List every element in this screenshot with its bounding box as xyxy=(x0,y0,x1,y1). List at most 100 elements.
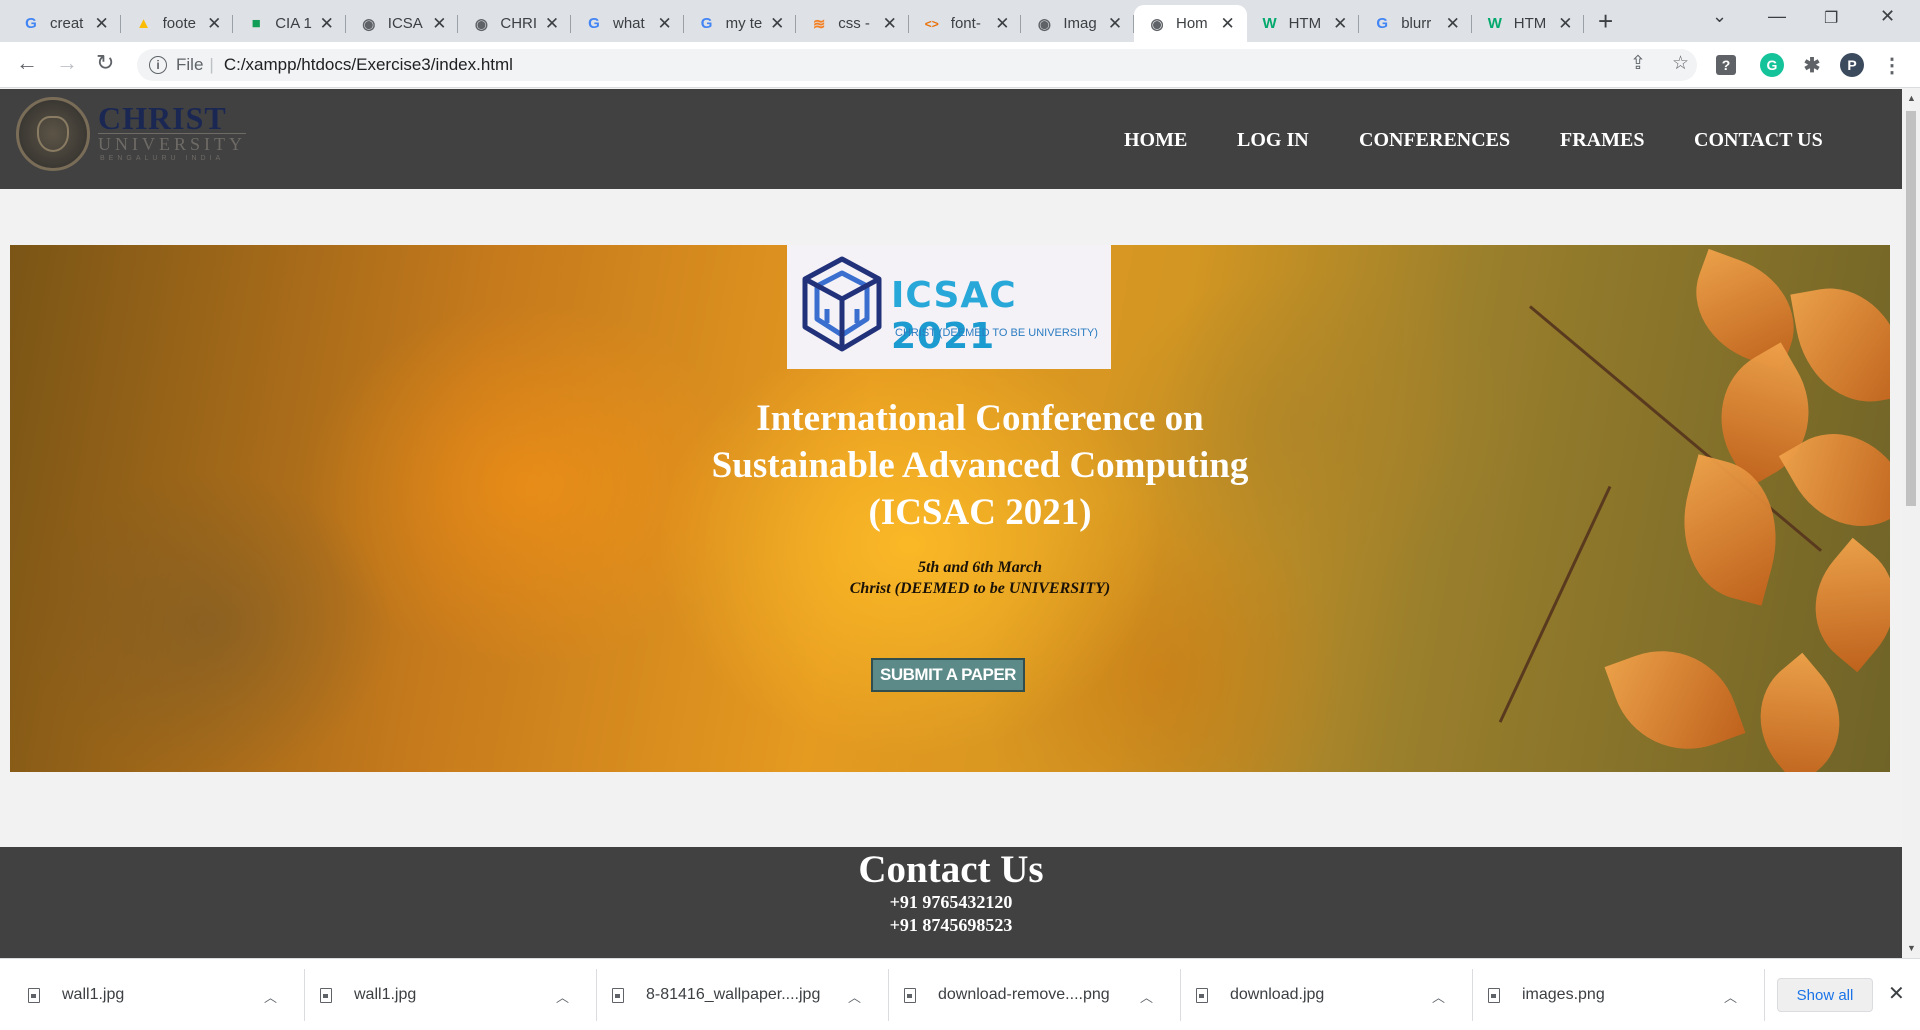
profile-avatar[interactable]: P xyxy=(1840,53,1864,77)
globe-icon: ◉ xyxy=(1150,15,1164,33)
tab-title: what xyxy=(613,15,645,32)
browser-tab[interactable]: ▲ foote ✕ xyxy=(121,5,234,42)
browser-tab[interactable]: ■ CIA 1 ✕ xyxy=(233,5,346,42)
download-options-chevron-icon[interactable]: ︿ xyxy=(1724,987,1737,1006)
browser-tab[interactable]: <> font- ✕ xyxy=(909,5,1022,42)
site-info-icon[interactable]: i xyxy=(149,56,167,74)
nav-frames[interactable]: FRAMES xyxy=(1560,129,1644,152)
address-bar[interactable]: i File | C:/xampp/htdocs/Exercise3/index… xyxy=(137,49,1697,81)
nav-home[interactable]: HOME xyxy=(1124,129,1187,152)
tab-title: css - xyxy=(838,15,870,32)
browser-tab[interactable]: Gmy te ✕ xyxy=(684,5,797,42)
contact-heading: Contact Us xyxy=(858,848,1044,891)
file-icon xyxy=(28,987,40,1003)
back-icon[interactable]: ← xyxy=(16,50,38,76)
leaf-decoration xyxy=(1677,248,1813,372)
logo-tagline: BENGALURU INDIA xyxy=(100,155,225,162)
download-item[interactable]: images.png ︿ xyxy=(1488,959,1752,1030)
close-tab-icon[interactable]: ✕ xyxy=(881,14,899,34)
download-item[interactable]: wall1.jpg ︿ xyxy=(320,959,584,1030)
bookmark-star-icon[interactable]: ☆ xyxy=(1672,52,1689,75)
restore-icon[interactable]: ❐ xyxy=(1824,8,1838,28)
leaf-decoration xyxy=(1664,454,1796,606)
help-extension-icon[interactable]: ? xyxy=(1716,55,1736,75)
browser-tab[interactable]: ◉ Imag ✕ xyxy=(1021,5,1134,42)
close-tab-icon[interactable]: ✕ xyxy=(430,14,448,34)
close-tab-icon[interactable]: ✕ xyxy=(1219,14,1237,34)
browser-tab[interactable]: ◉ CHRI ✕ xyxy=(458,5,571,42)
show-all-downloads-button[interactable]: Show all xyxy=(1777,978,1873,1012)
tab-title: foote xyxy=(162,15,196,32)
close-tab-icon[interactable]: ✕ xyxy=(318,14,336,34)
close-tab-icon[interactable]: ✕ xyxy=(656,14,674,34)
tab-title: Hom xyxy=(1176,15,1208,32)
close-tab-icon[interactable]: ✕ xyxy=(1556,14,1574,34)
browser-tab[interactable]: ≋ css - ✕ xyxy=(796,5,909,42)
download-options-chevron-icon[interactable]: ︿ xyxy=(1140,987,1153,1006)
logo-subtitle: UNIVERSITY xyxy=(98,133,246,154)
tab-separator xyxy=(1583,15,1585,33)
new-tab-button[interactable]: + xyxy=(1598,8,1613,34)
close-shelf-icon[interactable]: ✕ xyxy=(1888,981,1905,1006)
reload-icon[interactable]: ↻ xyxy=(96,50,114,76)
download-options-chevron-icon[interactable]: ︿ xyxy=(556,987,569,1006)
download-item[interactable]: download.jpg ︿ xyxy=(1196,959,1460,1030)
download-filename: images.png xyxy=(1522,986,1605,1003)
close-window-icon[interactable]: ✕ xyxy=(1880,6,1895,27)
url-text[interactable]: C:/xampp/htdocs/Exercise3/index.html xyxy=(224,55,513,75)
nav-conferences[interactable]: CONFERENCES xyxy=(1359,129,1510,152)
scroll-up-icon[interactable]: ▲ xyxy=(1907,93,1916,103)
browser-tab[interactable]: Gblurr ✕ xyxy=(1359,5,1472,42)
download-options-chevron-icon[interactable]: ︿ xyxy=(264,987,277,1006)
tab-search-icon[interactable]: ⌄ xyxy=(1712,6,1727,27)
download-item[interactable]: 8-81416_wallpaper....jpg ︿ xyxy=(612,959,876,1030)
close-tab-icon[interactable]: ✕ xyxy=(1331,14,1349,34)
google-g-icon: G xyxy=(25,15,37,32)
download-separator xyxy=(888,969,889,1021)
nav-contact-us[interactable]: CONTACT US xyxy=(1694,129,1823,152)
nav-log-in[interactable]: LOG IN xyxy=(1237,129,1309,152)
browser-tab[interactable]: W HTM ✕ xyxy=(1247,5,1360,42)
w3schools-icon: W xyxy=(1487,15,1502,32)
download-options-chevron-icon[interactable]: ︿ xyxy=(848,987,861,1006)
close-tab-icon[interactable]: ✕ xyxy=(543,14,561,34)
tab-title: creat xyxy=(50,15,84,32)
forward-icon[interactable]: → xyxy=(56,50,78,76)
tab-title: CIA 1 xyxy=(275,15,312,32)
browser-tab[interactable]: Gcreat ✕ xyxy=(8,5,121,42)
close-tab-icon[interactable]: ✕ xyxy=(1444,14,1462,34)
extensions-puzzle-icon[interactable]: ✱ xyxy=(1800,53,1824,77)
hero-banner: ICSAC 2021 CHRIST (DEEMED TO BE UNIVERSI… xyxy=(10,245,1890,772)
browser-tab[interactable]: ◉ ICSA ✕ xyxy=(346,5,459,42)
menu-kebab-icon[interactable]: ⋮ xyxy=(1880,53,1904,77)
tab-title: my te xyxy=(725,15,763,32)
browser-tab[interactable]: ◉ Hom ✕ xyxy=(1134,5,1247,42)
close-tab-icon[interactable]: ✕ xyxy=(993,14,1011,34)
download-options-chevron-icon[interactable]: ︿ xyxy=(1432,987,1445,1006)
file-icon xyxy=(904,987,916,1003)
close-tab-icon[interactable]: ✕ xyxy=(768,14,786,34)
google-g-icon: G xyxy=(700,15,713,32)
conference-title-line: (ICSAC 2021) xyxy=(868,492,1092,533)
close-tab-icon[interactable]: ✕ xyxy=(93,14,111,34)
tab-title: ICSA xyxy=(387,15,423,32)
page-scrollbar[interactable]: ▲ ▼ xyxy=(1902,89,1920,958)
download-item[interactable]: download-remove....png ︿ xyxy=(904,959,1168,1030)
address-divider: | xyxy=(209,55,214,74)
file-icon xyxy=(612,987,624,1003)
close-tab-icon[interactable]: ✕ xyxy=(1106,14,1124,34)
grammarly-icon[interactable]: G xyxy=(1760,53,1784,77)
download-separator xyxy=(1472,969,1473,1021)
browser-tab[interactable]: W HTM ✕ xyxy=(1472,5,1585,42)
browser-tab[interactable]: Gwhat ✕ xyxy=(571,5,684,42)
share-icon[interactable]: ⇪ xyxy=(1630,52,1646,75)
site-header: CHRIST UNIVERSITY BENGALURU INDIA HOME L… xyxy=(0,89,1902,189)
minimize-icon[interactable]: — xyxy=(1768,6,1786,27)
submit-paper-button[interactable]: SUBMIT A PAPER xyxy=(871,658,1025,692)
close-tab-icon[interactable]: ✕ xyxy=(205,14,223,34)
christ-university-logo[interactable]: CHRIST UNIVERSITY BENGALURU INDIA xyxy=(16,97,246,171)
scroll-down-icon[interactable]: ▼ xyxy=(1907,943,1916,953)
tab-strip: Gcreat ✕ ▲ foote ✕ ■ CIA 1 ✕ ◉ ICSA ✕ ◉ CHRI ✕ Gwhat ✕ G… xyxy=(0,0,1920,42)
scrollbar-thumb[interactable] xyxy=(1906,111,1916,506)
download-item[interactable]: wall1.jpg ︿ xyxy=(28,959,292,1030)
